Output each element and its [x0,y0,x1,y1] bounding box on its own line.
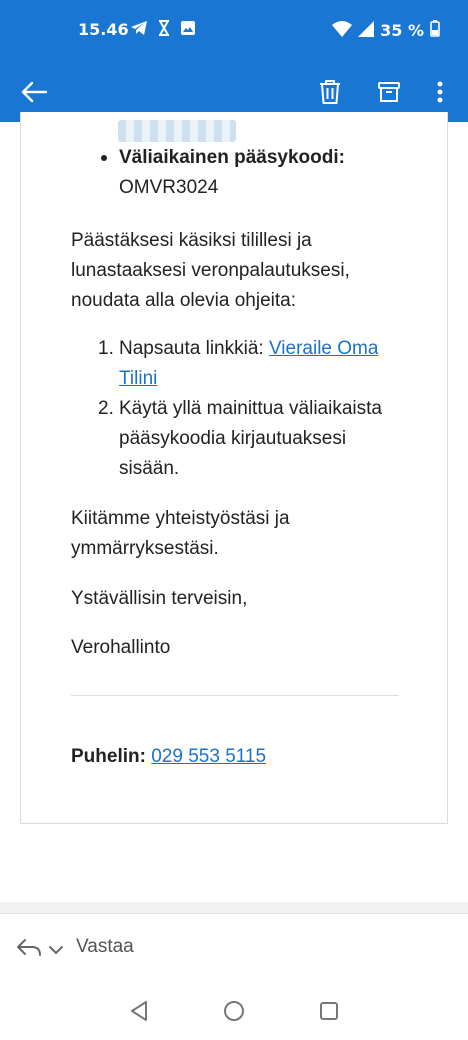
chevron-down-icon[interactable] [48,942,64,960]
status-icons-left [130,20,196,40]
hourglass-icon [158,20,170,40]
signal-icon [358,20,375,41]
status-time: 15.46 [78,20,129,39]
trash-icon[interactable] [312,74,348,110]
access-code-label: Väliaikainen pääsykoodi: [119,147,345,168]
regards-text: Ystävällisin terveisin, [71,588,248,609]
signature-divider [71,695,399,696]
step-1-text: Napsauta linkkiä: Vieraile Oma [119,334,378,364]
image-icon [180,20,196,40]
step-1-number: 1. [98,338,114,359]
reply-bar[interactable]: Vastaa [0,914,468,984]
more-vert-icon[interactable] [422,74,458,110]
email-content: Väliaikainen pääsykoodi: OMVR3024 Päästä… [0,112,468,902]
thanks-line-2: ymmärryksestäsi. [71,538,219,559]
back-arrow-icon[interactable] [16,74,52,110]
nav-recents-icon[interactable] [318,1000,340,1027]
battery-icon [430,20,440,41]
nav-home-icon[interactable] [223,1000,245,1027]
thanks-line-1: Kiitämme yhteistyöstäsi ja [71,508,290,529]
bullet-dot [101,155,107,161]
reply-icon[interactable] [16,938,42,963]
oma-tili-link-part-1[interactable]: Vieraile Oma [269,338,378,359]
step-2-line-2: pääsykoodia kirjautuaksesi [119,428,347,449]
wifi-icon [332,20,353,41]
phone-link[interactable]: 029 553 5115 [151,746,266,767]
step-2-line-1: Käytä yllä mainittua väliaikaista [119,398,382,419]
oma-tili-link-part-2[interactable]: Tilini [119,364,157,394]
phone-label: Puhelin: [71,746,146,767]
phone-line: Puhelin: 029 553 5115 [71,742,266,772]
reply-label[interactable]: Vastaa [76,936,134,958]
status-bar: 15.46 35 % [0,0,468,62]
sender-name: Verohallinto [71,637,171,658]
nav-back-icon[interactable] [128,1000,150,1027]
archive-icon[interactable] [371,74,407,110]
intro-line-2: lunastaaksesi veronpalautuksesi, [71,260,350,281]
step-2-line-3: sisään. [119,458,180,479]
step-1-label: Napsauta linkkiä: [119,338,269,359]
intro-line-1: Päästäksesi käsiksi tilillesi ja [71,230,312,251]
telegram-icon [130,20,148,40]
redacted-text [118,120,236,142]
access-code-value: OMVR3024 [119,177,219,198]
email-card: Väliaikainen pääsykoodi: OMVR3024 Päästä… [20,112,448,824]
battery-text: 35 % [380,21,424,40]
intro-line-3: noudata alla olevia ohjeita: [71,290,297,311]
system-nav-bar [0,984,468,1040]
reply-separator [0,902,468,914]
step-2-number: 2. [98,398,114,419]
status-icons-right: 35 % [332,20,440,41]
